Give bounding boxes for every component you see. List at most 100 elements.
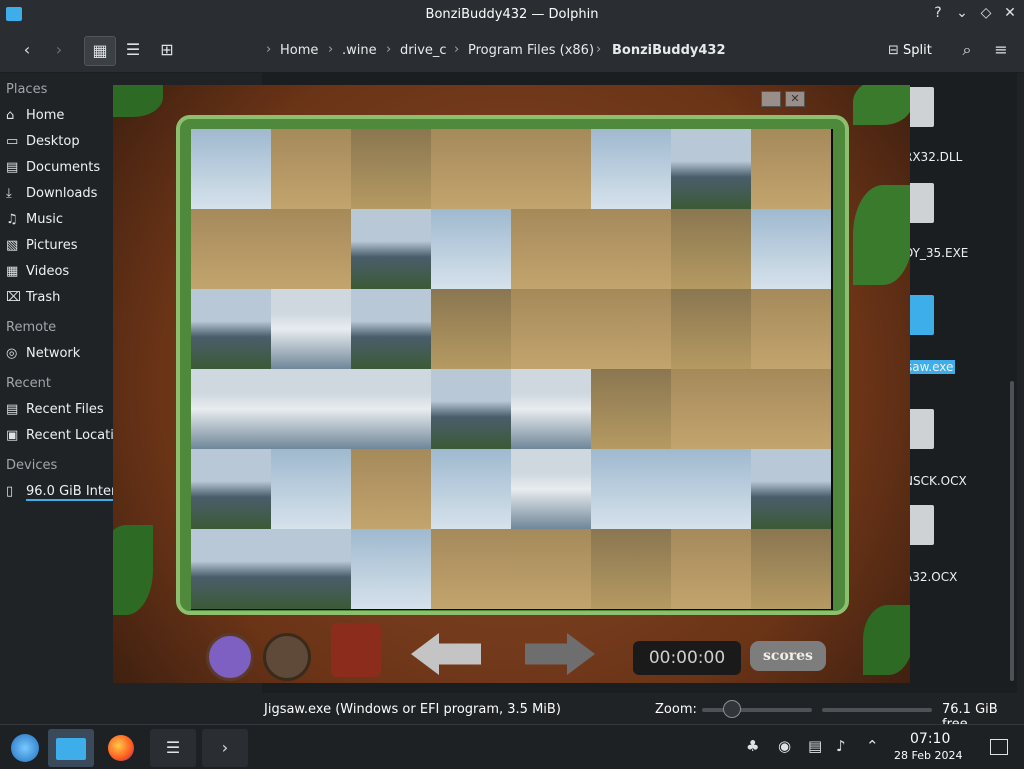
file-name[interactable]: DY_35.EXE [904,246,968,260]
puzzle-piece[interactable] [191,369,271,449]
zoom-slider[interactable] [702,708,812,712]
firefox-task-icon[interactable] [98,729,144,767]
icons-view-button[interactable]: ▦ [84,36,116,66]
minimize-game-button[interactable] [761,91,781,107]
sidebar-item-recent-locations[interactable]: ▣ Recent Locati [6,428,114,443]
help-icon[interactable]: ? [928,5,948,25]
puzzle-piece[interactable] [511,449,591,529]
puzzle-piece[interactable] [431,209,511,289]
sidebar-item-trash[interactable]: ⌧ Trash [6,290,60,305]
search-icon[interactable]: ⌕ [952,36,982,64]
file-name[interactable]: RX32.DLL [904,150,962,164]
puzzle-piece[interactable] [351,449,431,529]
puzzle-piece[interactable] [271,209,351,289]
puzzle-piece[interactable] [511,529,591,609]
breadcrumb-drive-c[interactable]: drive_c [400,43,447,58]
puzzle-piece[interactable] [431,529,511,609]
puzzle-piece[interactable] [351,129,431,209]
puzzle-piece[interactable] [671,209,751,289]
terminal-task-icon[interactable]: › [202,729,248,767]
puzzle-piece[interactable] [351,369,431,449]
sidebar-item-recent-files[interactable]: ▤ Recent Files [6,402,104,417]
puzzle-piece[interactable] [751,529,831,609]
puzzle-piece[interactable] [591,129,671,209]
clock-time[interactable]: 07:10 [910,731,950,747]
scrollbar[interactable] [1010,381,1014,681]
wine-tray-icon[interactable]: ♣ [746,737,759,755]
puzzle-piece[interactable] [591,529,671,609]
back-button[interactable]: ‹ [12,36,42,64]
puzzle-piece[interactable] [431,449,511,529]
puzzle-piece[interactable] [431,289,511,369]
breadcrumb-home[interactable]: Home [280,43,318,58]
puzzle-piece[interactable] [591,209,671,289]
puzzle-piece[interactable] [671,449,751,529]
hint-lightbulb-button[interactable] [263,633,311,681]
details-view-button[interactable]: ☰ [118,36,148,64]
bluetooth-tray-icon[interactable]: ◉ [778,737,791,755]
dolphin-task-icon[interactable] [48,729,94,767]
puzzle-piece[interactable] [191,209,271,289]
file-name[interactable]: A32.OCX [904,570,957,584]
tree-view-button[interactable]: ⊞ [152,36,182,64]
puzzle-piece[interactable] [511,209,591,289]
puzzle-piece[interactable] [591,369,671,449]
puzzle-piece[interactable] [431,129,511,209]
scores-button[interactable]: scores [750,641,826,671]
bonzi-face-button[interactable] [206,633,254,681]
clipboard-tray-icon[interactable]: ▤ [808,737,822,755]
puzzle-piece[interactable] [511,289,591,369]
puzzle-piece[interactable] [271,129,351,209]
puzzle-piece[interactable] [671,289,751,369]
puzzle-piece[interactable] [671,529,751,609]
sidebar-item-desktop[interactable]: ▭ Desktop [6,134,80,149]
back-arrow-button[interactable] [411,633,481,675]
jigsaw-game-window[interactable]: ✕ 00:00:00 scores [113,85,910,683]
sidebar-item-pictures[interactable]: ▧ Pictures [6,238,77,253]
puzzle-piece[interactable] [191,289,271,369]
sidebar-item-home[interactable]: ⌂ Home [6,108,64,123]
minimize-icon[interactable]: ⌄ [952,5,972,25]
puzzle-piece[interactable] [191,129,271,209]
breadcrumb-wine[interactable]: .wine [342,43,377,58]
camera-button[interactable] [331,623,381,677]
breadcrumb-program-files[interactable]: Program Files (x86) [468,43,594,58]
sidebar-item-internal-drive[interactable]: ▯ 96.0 GiB Inter [6,484,117,501]
sidebar-item-videos[interactable]: ▦ Videos [6,264,69,279]
puzzle-piece[interactable] [591,289,671,369]
close-icon[interactable]: ✕ [1000,5,1020,25]
volume-muted-icon[interactable]: ♪ [836,737,846,755]
forward-button[interactable]: › [44,36,74,64]
tray-expand-icon[interactable]: ⌃ [866,737,879,755]
file-name[interactable]: NSCK.OCX [904,474,967,488]
sidebar-item-downloads[interactable]: ⤓ Downloads [6,186,97,201]
puzzle-piece[interactable] [671,129,751,209]
start-menu-icon[interactable] [2,729,48,767]
puzzle-piece[interactable] [751,289,831,369]
puzzle-piece[interactable] [271,369,351,449]
puzzle-piece[interactable] [751,129,831,209]
puzzle-piece[interactable] [191,529,271,609]
puzzle-piece[interactable] [351,529,431,609]
puzzle-piece[interactable] [511,369,591,449]
file-name-selected[interactable]: saw.exe [904,360,956,374]
sidebar-item-network[interactable]: ◎ Network [6,346,80,361]
maximize-icon[interactable]: ◇ [976,5,996,25]
puzzle-piece[interactable] [191,449,271,529]
settings-task-icon[interactable]: ☰ [150,729,196,767]
puzzle-piece[interactable] [751,209,831,289]
hamburger-menu-icon[interactable]: ≡ [986,36,1016,64]
breadcrumb-current[interactable]: BonziBuddy432 [612,43,726,58]
puzzle-piece[interactable] [271,449,351,529]
puzzle-piece[interactable] [271,289,351,369]
show-desktop-icon[interactable] [990,739,1008,755]
forward-arrow-button[interactable] [525,633,595,675]
puzzle-piece[interactable] [671,369,751,449]
clock-date[interactable]: 28 Feb 2024 [894,749,962,762]
zoom-slider-handle[interactable] [723,700,741,718]
puzzle-piece[interactable] [431,369,511,449]
split-button[interactable]: ⊟ Split [888,43,932,58]
puzzle-piece[interactable] [751,449,831,529]
puzzle-piece[interactable] [351,289,431,369]
puzzle-piece[interactable] [591,449,671,529]
